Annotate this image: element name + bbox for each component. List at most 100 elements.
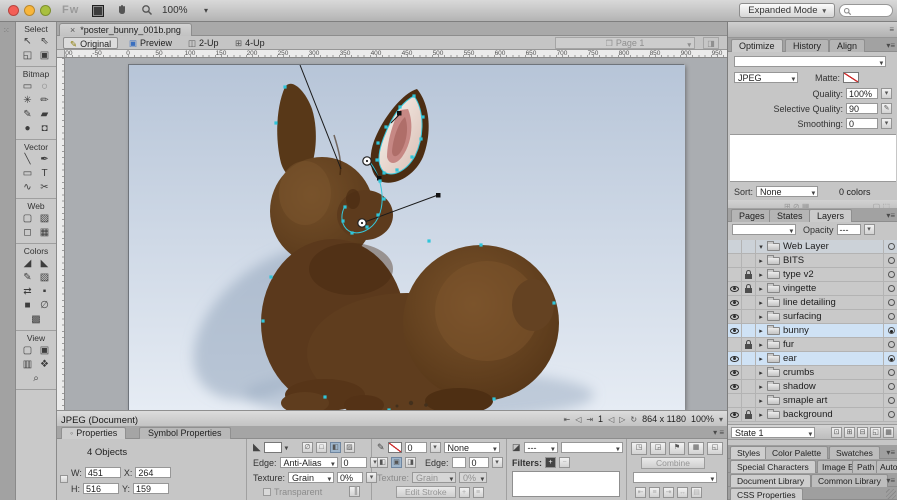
page-selector[interactable]: ❒Page 1▾ xyxy=(555,37,695,49)
fill-texture-amount[interactable]: 0% xyxy=(337,472,363,483)
layer-select-cell[interactable] xyxy=(883,324,897,338)
combine-button[interactable]: Combine xyxy=(641,457,705,469)
stroke-edge-stepper[interactable]: ▾ xyxy=(492,457,503,468)
quality-stepper[interactable]: ▾ xyxy=(881,88,892,99)
eyedropper-icon[interactable]: ◢ xyxy=(19,257,36,271)
layer-visibility-cell[interactable] xyxy=(728,282,742,296)
layer-lock-cell[interactable] xyxy=(742,408,756,422)
layer-row-background[interactable]: ▸ background xyxy=(728,408,897,422)
layer-name[interactable]: Web Layer xyxy=(783,241,883,252)
layer-opacity-stepper[interactable]: ▾ xyxy=(864,224,875,235)
fill-none-button[interactable]: ∅ xyxy=(302,442,313,453)
layer-row-type-v2[interactable]: ▸type v2 xyxy=(728,268,897,282)
canvas-viewport[interactable] xyxy=(65,58,727,410)
document-tab[interactable]: ×*poster_bunny_001b.png xyxy=(59,23,192,36)
layer-radio-icon[interactable] xyxy=(888,383,895,390)
tab-css-properties[interactable]: CSS Properties xyxy=(730,488,803,500)
export-button[interactable]: ◱ xyxy=(707,442,723,455)
show-slices-icon[interactable]: ▦ xyxy=(36,226,53,240)
layer-name[interactable]: crumbs xyxy=(783,367,883,378)
x-field[interactable]: 264 xyxy=(135,467,171,478)
fill-pattern-button[interactable]: ▨ xyxy=(344,442,355,453)
hand-icon[interactable]: ❖ xyxy=(36,358,53,372)
fullscreen-icon[interactable]: ▥ xyxy=(19,358,36,372)
layer-name[interactable]: ear xyxy=(783,353,883,364)
layer-name[interactable]: fur xyxy=(783,339,883,350)
text-icon[interactable]: T xyxy=(36,167,53,181)
layer-expand-icon[interactable]: ▸ xyxy=(756,355,766,363)
dock-grip-icon[interactable]: ⁙ xyxy=(3,26,10,35)
shape-combo-select[interactable]: ▾ xyxy=(633,472,717,483)
layer-select-cell[interactable] xyxy=(883,310,897,324)
layer-radio-icon[interactable] xyxy=(888,271,895,278)
tab-common-library[interactable]: Common Library xyxy=(811,474,888,487)
layer-radio-icon[interactable] xyxy=(888,243,895,250)
layer-name[interactable]: BITS xyxy=(783,255,883,266)
tab-properties[interactable]: ◦Properties xyxy=(61,427,126,439)
layer-lock-cell[interactable] xyxy=(742,366,756,380)
fill-texture-select[interactable]: Grain▾ xyxy=(288,472,334,483)
layer-visibility-cell[interactable] xyxy=(728,408,742,422)
layer-expand-icon[interactable]: ▸ xyxy=(756,369,766,377)
layer-radio-icon[interactable] xyxy=(888,397,895,404)
paint-bucket-icon[interactable]: ◣ xyxy=(36,257,53,271)
new-layer-button[interactable]: ⊞ xyxy=(844,427,855,438)
add-filter-button[interactable]: + xyxy=(545,457,556,468)
layer-row-vingette[interactable]: ▸vingette xyxy=(728,282,897,296)
minimize-window-button[interactable] xyxy=(24,5,35,16)
stroke-outside-button[interactable]: ◨ xyxy=(405,457,416,468)
fullscreen-menu-icon[interactable]: ▣ xyxy=(36,344,53,358)
layer-select-cell[interactable] xyxy=(883,254,897,268)
layer-expand-icon[interactable]: ▸ xyxy=(756,411,766,419)
mask-button[interactable]: ◳ xyxy=(631,442,647,455)
layer-row-fur[interactable]: ▸fur xyxy=(728,338,897,352)
step-back-button[interactable]: ◁ xyxy=(608,415,614,424)
layer-expand-icon[interactable]: ▸ xyxy=(756,327,766,335)
stroke-color-icon[interactable]: ✎ xyxy=(19,271,36,285)
group-button[interactable]: ◲ xyxy=(650,442,666,455)
page-options-button[interactable]: ◨ xyxy=(703,37,719,49)
layer-select-cell[interactable] xyxy=(883,338,897,352)
layer-expand-icon[interactable]: ▸ xyxy=(756,383,766,391)
blur-icon[interactable]: ● xyxy=(19,122,36,136)
quality-field[interactable]: 100% xyxy=(846,88,878,99)
tab-original[interactable]: ✎Original xyxy=(63,37,118,49)
layer-visibility-cell[interactable] xyxy=(728,240,742,254)
new-mask-button[interactable]: ◱ xyxy=(870,427,881,438)
layer-visibility-cell[interactable] xyxy=(728,352,742,366)
stroke-texture-select[interactable]: Grain▾ xyxy=(412,472,456,483)
tab-special-characters[interactable]: Special Characters xyxy=(730,460,816,473)
layer-lock-cell[interactable] xyxy=(742,296,756,310)
opacity-select[interactable]: ---▾ xyxy=(524,442,558,453)
layer-expand-icon[interactable]: ▾ xyxy=(756,243,766,251)
stroke-size-stepper[interactable]: ▾ xyxy=(430,442,441,453)
state-selector[interactable]: State 1▾ xyxy=(731,427,815,438)
layer-lock-cell[interactable] xyxy=(742,310,756,324)
layer-radio-icon[interactable] xyxy=(888,299,895,306)
panel-menu-icon[interactable]: ▾≡ xyxy=(886,476,895,485)
tab-4up[interactable]: ⊞4-Up xyxy=(229,37,271,49)
tab-layers[interactable]: Layers xyxy=(809,209,852,222)
selective-quality-field[interactable]: 90 xyxy=(846,103,878,114)
fill-color-icon[interactable]: ▨ xyxy=(36,271,53,285)
layer-radio-icon[interactable] xyxy=(888,285,895,292)
hand-tool-icon[interactable] xyxy=(115,4,129,18)
layer-name[interactable]: surfacing xyxy=(783,311,883,322)
filters-list[interactable] xyxy=(512,471,620,497)
tab-states[interactable]: States xyxy=(769,209,811,222)
layer-select-cell[interactable] xyxy=(883,268,897,282)
layer-lock-cell[interactable] xyxy=(742,352,756,366)
layer-name[interactable]: background xyxy=(783,409,883,420)
standard-screen-icon[interactable]: ▢ xyxy=(19,344,36,358)
tab-styles[interactable]: Styles xyxy=(730,446,767,459)
slice-button[interactable]: ▦ xyxy=(688,442,704,455)
layer-select-cell[interactable] xyxy=(883,296,897,310)
remove-filter-button[interactable]: − xyxy=(559,457,570,468)
layer-lock-cell[interactable] xyxy=(742,380,756,394)
align-center-button[interactable]: ≡ xyxy=(649,487,660,498)
layer-radio-icon[interactable] xyxy=(888,369,895,376)
blend-mode-select[interactable]: ▾ xyxy=(561,442,623,453)
optimize-preset-select[interactable]: ▾ xyxy=(734,56,886,67)
layer-visibility-cell[interactable] xyxy=(728,310,742,324)
brush-icon[interactable]: ✏ xyxy=(36,94,53,108)
